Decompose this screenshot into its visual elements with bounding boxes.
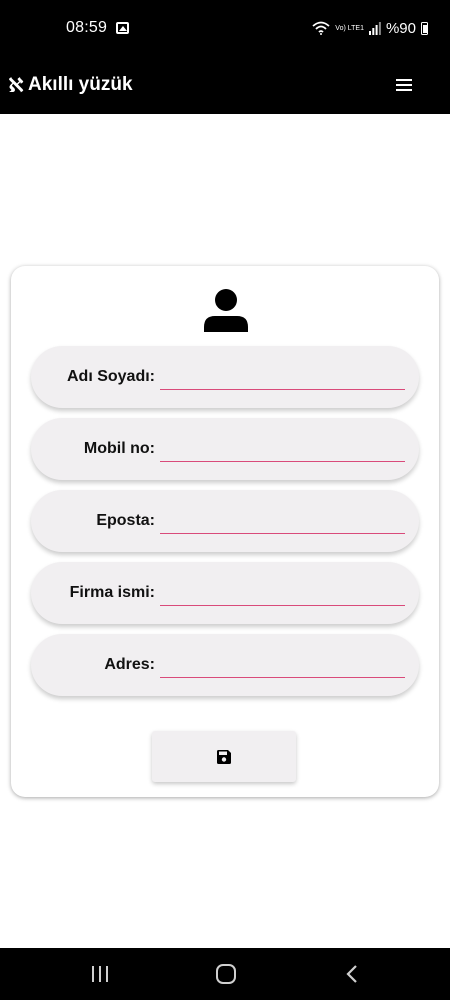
- name-field-row: Adı Soyadı:: [31, 346, 419, 408]
- network-label: Vo) LTE1: [335, 24, 364, 32]
- address-label: Adres:: [104, 656, 155, 673]
- wifi-icon: [312, 21, 330, 35]
- mobile-field-row: Mobil no:: [31, 418, 419, 480]
- battery-percent: %90: [385, 19, 416, 37]
- app-title: Akıllı yüzük: [28, 74, 133, 95]
- logo-icon: ℵ: [8, 74, 24, 97]
- mobile-input[interactable]: [160, 436, 405, 462]
- person-icon: [204, 289, 248, 332]
- save-icon: [217, 749, 231, 764]
- navigation-bar: [0, 948, 450, 1000]
- name-label: Adı Soyadı:: [66, 368, 155, 385]
- name-input[interactable]: [160, 364, 405, 390]
- address-field-row: Adres:: [31, 634, 419, 696]
- company-field-row: Firma ismi:: [31, 562, 419, 624]
- save-button[interactable]: [152, 731, 296, 782]
- status-right: Vo) LTE1 %90: [312, 20, 428, 37]
- company-label: Firma ismi:: [69, 584, 155, 601]
- screen: 08:59 Vo) LTE1 %90 ℵ Akıllı yüzük Adı So…: [0, 0, 450, 1000]
- mobile-label: Mobil no:: [83, 440, 155, 457]
- recents-icon[interactable]: [88, 962, 112, 986]
- signal-icon: [368, 21, 381, 35]
- back-icon[interactable]: [340, 962, 364, 986]
- status-bar: 08:59 Vo) LTE1 %90: [0, 0, 450, 56]
- email-field-row: Eposta:: [31, 490, 419, 552]
- image-icon: [116, 22, 130, 34]
- top-bar: 08:59 Vo) LTE1 %90 ℵ Akıllı yüzük: [0, 0, 450, 114]
- address-input[interactable]: [160, 652, 405, 678]
- battery-icon: [421, 21, 428, 35]
- app-bar: ℵ Akıllı yüzük: [0, 56, 450, 114]
- status-time: 08:59: [66, 19, 108, 36]
- profile-card: Adı Soyadı: Mobil no: Eposta: Firma ismi…: [11, 266, 439, 797]
- company-input[interactable]: [160, 580, 405, 606]
- menu-icon[interactable]: [396, 79, 412, 91]
- email-label: Eposta:: [96, 512, 155, 529]
- home-icon[interactable]: [214, 962, 238, 986]
- email-input[interactable]: [160, 508, 405, 534]
